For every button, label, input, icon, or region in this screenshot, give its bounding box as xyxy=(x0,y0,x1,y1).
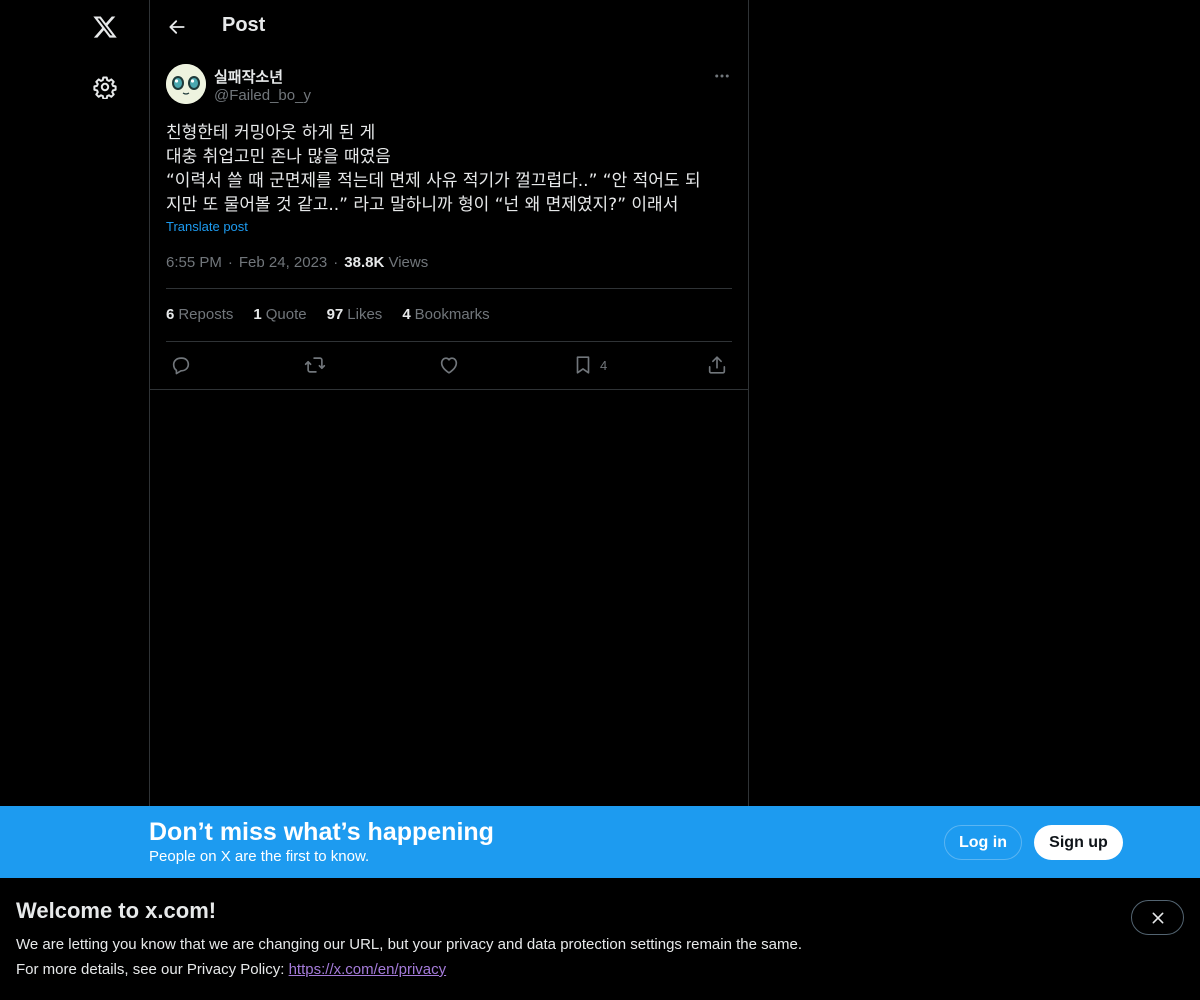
post-actions: 4 xyxy=(166,352,732,378)
divider xyxy=(166,288,732,289)
reposts-label: Reposts xyxy=(178,306,234,323)
repost-icon xyxy=(304,357,326,373)
like-button[interactable] xyxy=(438,352,460,378)
separator-dot: · xyxy=(333,254,339,271)
post-text-line: 대충 취업고민 존나 많을 때였음 xyxy=(166,147,391,167)
divider xyxy=(150,389,748,390)
quotes-label: Quote xyxy=(265,306,307,323)
translate-post-link[interactable]: Translate post xyxy=(166,219,248,234)
welcome-notice: Welcome to x.com! We are letting you kno… xyxy=(0,878,1200,1000)
author-name[interactable]: 실패작소년 xyxy=(214,66,283,87)
post-stats: 6 Reposts 1 Quote 97 Likes 4 Bookmarks xyxy=(166,306,490,326)
reply-icon xyxy=(172,357,190,375)
author-handle[interactable]: @Failed_bo_y xyxy=(214,87,311,104)
separator-dot: · xyxy=(227,254,233,271)
banner-title: Don’t miss what’s happening xyxy=(149,818,494,846)
likes-label: Likes xyxy=(347,306,383,323)
reposts-count: 6 xyxy=(166,306,175,323)
bookmark-count: 4 xyxy=(600,357,608,373)
privacy-policy-prefix: For more details, see our Privacy Policy… xyxy=(16,961,289,978)
post-date[interactable]: Feb 24, 2023 xyxy=(239,254,327,271)
close-icon xyxy=(1152,912,1163,923)
bookmarks-label: Bookmarks xyxy=(414,306,490,323)
views-label: Views xyxy=(388,254,429,271)
bookmarks-stat[interactable]: 4 Bookmarks xyxy=(402,306,489,326)
divider xyxy=(166,341,732,342)
heart-icon xyxy=(440,357,458,374)
x-logo-icon[interactable] xyxy=(88,10,122,44)
reply-button[interactable] xyxy=(170,352,192,378)
share-icon xyxy=(708,356,726,374)
bookmark-icon xyxy=(576,356,590,374)
share-button[interactable] xyxy=(706,352,728,378)
log-in-button[interactable]: Log in xyxy=(944,825,1022,860)
privacy-policy-link[interactable]: https://x.com/en/privacy xyxy=(289,961,447,978)
page-title: Post xyxy=(222,14,266,36)
sign-up-button[interactable]: Sign up xyxy=(1034,825,1123,860)
quotes-stat[interactable]: 1 Quote xyxy=(253,306,306,326)
welcome-title: Welcome to x.com! xyxy=(16,898,217,923)
views-count: 38.8K xyxy=(344,254,385,271)
bookmark-button[interactable]: 4 xyxy=(572,352,607,378)
post-time[interactable]: 6:55 PM xyxy=(166,254,222,271)
close-button[interactable] xyxy=(1131,900,1184,935)
privacy-policy-text: For more details, see our Privacy Policy… xyxy=(16,961,446,978)
post-text-line: 친형한테 커밍아웃 하게 된 게 xyxy=(166,123,376,143)
repost-button[interactable] xyxy=(304,352,326,378)
post-text-line: “이력서 쓸 때 군면제를 적는데 면제 사유 적기가 껄끄럽다..” “안 적… xyxy=(166,171,701,191)
quotes-count: 1 xyxy=(253,306,262,323)
signup-banner: Don’t miss what’s happening People on X … xyxy=(0,806,1200,878)
post-metadata: 6:55 PM · Feb 24, 2023 · 38.8K Views xyxy=(166,254,428,271)
more-options-icon[interactable] xyxy=(710,64,734,88)
post-text: 친형한테 커밍아웃 하게 된 게 대충 취업고민 존나 많을 때였음 “이력서 … xyxy=(166,121,732,217)
likes-count: 97 xyxy=(326,306,344,323)
avatar[interactable] xyxy=(166,64,206,104)
welcome-message: We are letting you know that we are chan… xyxy=(16,936,802,953)
likes-stat[interactable]: 97 Likes xyxy=(327,306,383,326)
back-arrow-icon[interactable] xyxy=(162,12,192,42)
banner-subtitle: People on X are the first to know. xyxy=(149,848,370,865)
bookmarks-count: 4 xyxy=(402,306,411,323)
settings-gear-icon[interactable] xyxy=(90,72,120,102)
post-header: Post xyxy=(150,0,748,54)
reposts-stat[interactable]: 6 Reposts xyxy=(166,306,233,326)
post-text-line: 지만 또 물어볼 것 같고..” 라고 말하니까 형이 “넌 왜 면제였지?” … xyxy=(166,195,679,215)
app-root: Post 실패작소년 @Failed_bo_y 친형한테 커밍아웃 하게 된 게… xyxy=(0,0,1200,1000)
